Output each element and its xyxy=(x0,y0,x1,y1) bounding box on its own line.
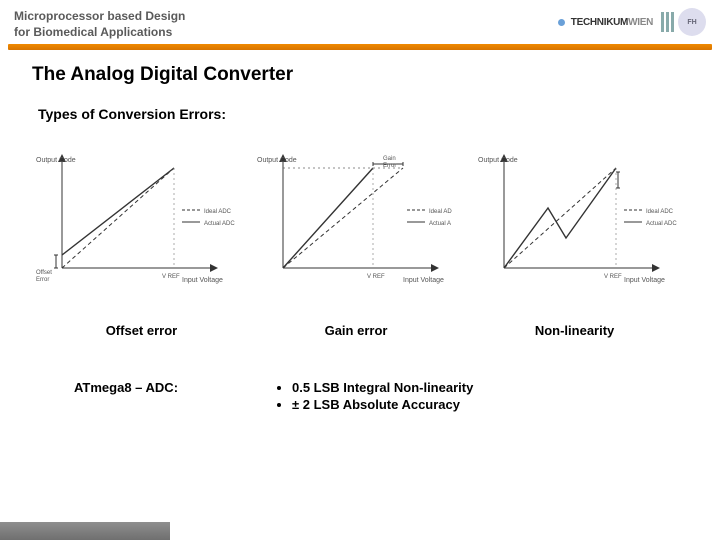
chart-offset-svg: Output Code Input Voltage V REF OffsetEr… xyxy=(34,150,244,285)
caption-nonlin: Non-linearity xyxy=(535,323,614,338)
footer-strip xyxy=(0,522,170,540)
bottom-row: ATmega8 – ADC: 0.5 LSB Integral Non-line… xyxy=(32,380,688,414)
page-title: The Analog Digital Converter xyxy=(32,64,688,86)
x-axis-label: Input Voltage xyxy=(182,277,223,284)
header-line1: Microprocessor based Design xyxy=(14,8,185,24)
atmega-label: ATmega8 – ADC: xyxy=(74,380,274,395)
spec-item: 0.5 LSB Integral Non-linearity xyxy=(292,380,473,395)
legend-ideal: Ideal ADC xyxy=(646,209,674,215)
spec-item: ± 2 LSB Absolute Accuracy xyxy=(292,397,473,412)
chart-gain-svg: Output Code Input Voltage V REF GainErro… xyxy=(255,150,465,285)
x-axis-label: Input Voltage xyxy=(624,277,665,284)
logo-dot-icon xyxy=(558,19,565,26)
y-axis-label: Output Code xyxy=(478,157,518,164)
logo-text: TECHNIKUMWIEN xyxy=(571,17,653,28)
vref-label: V REF xyxy=(162,274,180,280)
chart-offset: Output Code Input Voltage V REF OffsetEr… xyxy=(32,150,245,285)
gain-annot: GainError xyxy=(383,156,396,169)
chart-captions: Offset error Gain error Non-linearity xyxy=(32,323,688,338)
legend-actual: Actual ADC xyxy=(646,221,677,227)
caption-offset: Offset error xyxy=(106,323,178,338)
logo-badge-icon: FH xyxy=(678,8,706,36)
logo-bars-icon xyxy=(661,12,674,32)
header-title-block: Microprocessor based Design for Biomedic… xyxy=(14,8,185,40)
specs-list: 0.5 LSB Integral Non-linearity ± 2 LSB A… xyxy=(274,380,473,414)
caption-gain: Gain error xyxy=(325,323,388,338)
charts-row: Output Code Input Voltage V REF OffsetEr… xyxy=(32,150,688,285)
logo-text-b: WIEN xyxy=(628,17,653,28)
chart-nonlinearity: Output Code Input Voltage V REF Ideal AD… xyxy=(475,150,688,285)
slide-header: Microprocessor based Design for Biomedic… xyxy=(0,0,720,44)
slide-content: The Analog Digital Converter Types of Co… xyxy=(0,50,720,414)
subtitle: Types of Conversion Errors: xyxy=(38,106,688,122)
x-axis-label: Input Voltage xyxy=(403,277,444,284)
offset-annot: OffsetError xyxy=(36,270,52,283)
legend-actual: Actual ADC xyxy=(204,221,235,227)
header-line2: for Biomedical Applications xyxy=(14,24,185,40)
logo-text-a: TECHNIKUM xyxy=(571,17,628,28)
chart-nonlin-svg: Output Code Input Voltage V REF Ideal AD… xyxy=(476,150,686,285)
vref-label: V REF xyxy=(604,274,622,280)
legend-ideal: Ideal AD xyxy=(429,209,452,215)
y-axis-label: Output Code xyxy=(36,157,76,164)
vref-label: V REF xyxy=(367,274,385,280)
legend-actual: Actual A xyxy=(429,221,451,227)
y-axis-label: Output Code xyxy=(257,157,297,164)
legend-ideal: Ideal ADC xyxy=(204,209,232,215)
header-logo: TECHNIKUMWIEN FH xyxy=(558,8,706,36)
chart-gain: Output Code Input Voltage V REF GainErro… xyxy=(253,150,466,285)
